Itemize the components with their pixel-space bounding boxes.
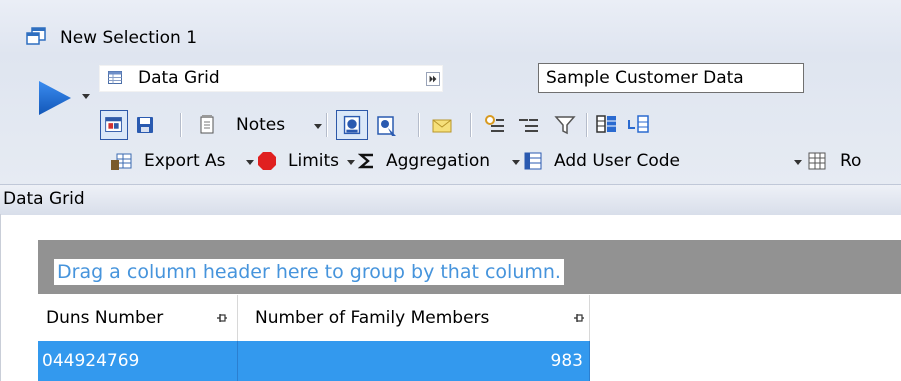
panel-left-border (0, 214, 1, 381)
toolbar-separator (326, 113, 328, 137)
toolbar-separator (418, 113, 420, 137)
sigma-icon[interactable] (358, 151, 376, 171)
section-header: Data Grid (0, 184, 901, 215)
column-header-family-members[interactable]: Number of Family Members (238, 295, 590, 341)
aggregation-dropdown-caret[interactable] (512, 160, 520, 165)
lookup-all-icon[interactable] (372, 112, 400, 140)
column-header-label: Duns Number (46, 308, 164, 328)
add-column-icon[interactable] (482, 112, 508, 138)
window-title: New Selection 1 (60, 28, 198, 48)
toolbar-separator (586, 113, 588, 137)
query-window: New Selection 1 Data Grid Sample Custome… (0, 0, 901, 381)
window-icon (26, 27, 46, 45)
add-user-code-button[interactable]: Add User Code (554, 151, 680, 171)
group-by-hint: Drag a column header here to group by th… (54, 259, 564, 285)
lookup-icon[interactable] (336, 110, 368, 140)
user-code-icon[interactable] (522, 150, 544, 172)
stop-icon[interactable] (256, 150, 278, 172)
add-user-code-dropdown-caret[interactable] (794, 160, 802, 165)
overflow-toolbar-item[interactable]: Ro (840, 151, 861, 171)
view-selector-label: Data Grid (138, 68, 220, 88)
notes-icon[interactable] (196, 112, 218, 138)
notes-dropdown-caret[interactable] (314, 124, 322, 129)
dataset-name-box[interactable]: Sample Customer Data (538, 63, 804, 93)
fast-forward-icon[interactable] (426, 72, 440, 86)
group-by-panel[interactable]: Drag a column header here to group by th… (38, 240, 901, 294)
pin-icon[interactable] (216, 313, 228, 323)
table-icon[interactable] (806, 150, 828, 172)
pin-icon[interactable] (573, 313, 585, 323)
limits-dropdown-caret[interactable] (347, 160, 355, 165)
column-order-icon[interactable] (626, 112, 652, 138)
toolbar-separator (470, 113, 472, 137)
run-button[interactable] (38, 80, 72, 116)
data-grid: Drag a column header here to group by th… (38, 240, 901, 381)
table-cell-duns-number[interactable]: 044924769 (38, 341, 238, 381)
toolbar-separator (180, 113, 182, 137)
table-cell-family-members[interactable]: 983 (238, 341, 590, 381)
remove-column-icon[interactable] (516, 112, 542, 138)
column-header-label: Number of Family Members (255, 308, 490, 328)
limits-button[interactable]: Limits (288, 151, 339, 171)
dataset-name: Sample Customer Data (546, 68, 744, 88)
export-as-button[interactable]: Export As (144, 151, 226, 171)
run-dropdown-caret[interactable] (82, 94, 90, 99)
view-selector[interactable]: Data Grid (99, 65, 443, 92)
data-grid-icon (108, 71, 122, 84)
export-dropdown-caret[interactable] (246, 160, 254, 165)
column-chooser-icon[interactable] (594, 112, 620, 138)
title-bar: New Selection 1 (0, 0, 901, 54)
properties-icon[interactable] (100, 110, 128, 140)
aggregation-button[interactable]: Aggregation (386, 151, 490, 171)
notes-button[interactable]: Notes (236, 115, 285, 135)
export-icon[interactable] (108, 148, 134, 174)
section-title: Data Grid (3, 189, 85, 209)
filter-icon[interactable] (552, 112, 578, 138)
email-icon[interactable] (430, 114, 454, 138)
column-header-duns-number[interactable]: Duns Number (38, 295, 238, 341)
save-icon[interactable] (132, 112, 158, 138)
